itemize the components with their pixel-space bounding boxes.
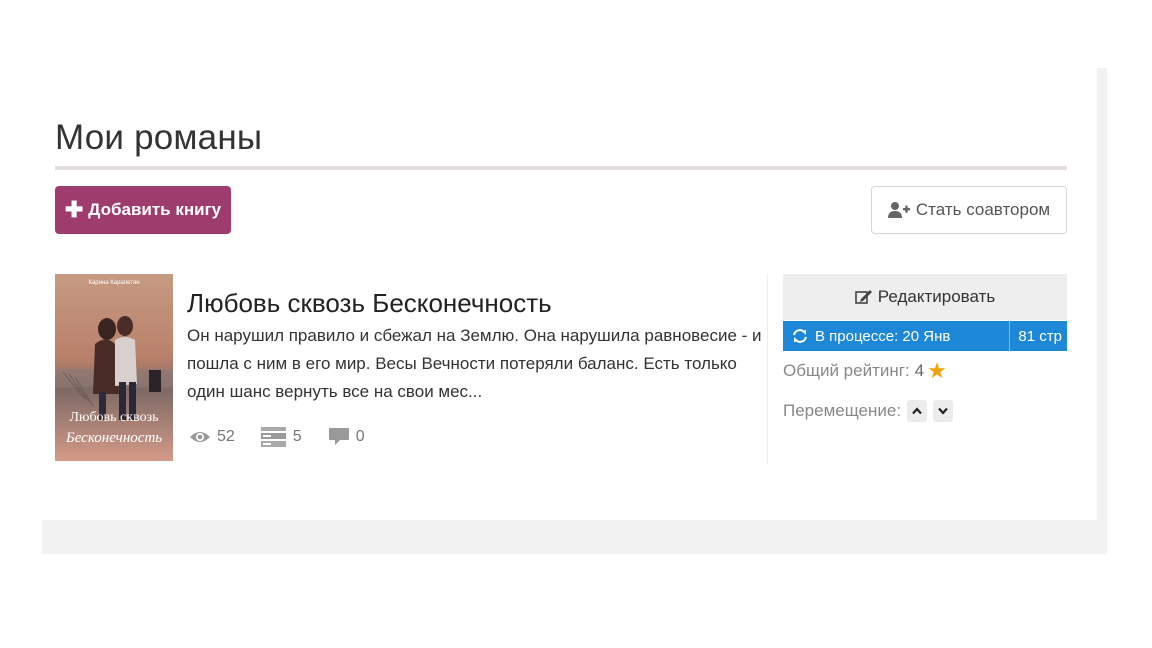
edit-button[interactable]: Редактировать (783, 274, 1067, 320)
book-title[interactable]: Любовь сквозь Бесконечность (187, 288, 552, 319)
rating: Общий рейтинг: 4 ★ (783, 360, 947, 382)
comment-icon (328, 428, 349, 445)
rating-label: Общий рейтинг: (783, 361, 910, 380)
page-frame-right (1097, 68, 1107, 520)
chevron-down-icon (938, 407, 948, 415)
add-book-button[interactable]: ✚ Добавить книгу (55, 186, 231, 234)
book-stats: 52 5 0 (189, 424, 391, 450)
refresh-icon (793, 329, 807, 343)
chevron-up-icon (912, 407, 922, 415)
become-coauthor-label: Стать соавтором (915, 200, 1051, 219)
views-count: 52 (217, 428, 235, 445)
user-plus-icon (887, 202, 910, 218)
move-label: Перемещение: (783, 401, 902, 420)
views-stat: 52 (189, 428, 235, 446)
add-book-label: Добавить книгу (88, 200, 222, 219)
chapters-icon (260, 427, 286, 447)
chapters-count: 5 (292, 428, 302, 445)
edit-label: Редактировать (877, 287, 996, 306)
chapters-stat: 5 (260, 426, 302, 448)
eye-icon (190, 432, 210, 442)
rating-value: 4 (914, 361, 925, 380)
page-count: 81 стр (1018, 327, 1062, 345)
status-bar: В процессе: 20 Янв 81 стр (783, 321, 1067, 351)
comments-stat: 0 (328, 427, 365, 447)
become-coauthor-button[interactable]: Стать соавтором (871, 186, 1067, 234)
move-up-button[interactable] (907, 400, 928, 422)
move-controls: Перемещение: (783, 400, 954, 422)
book-cover[interactable]: Карина Карапетян Любовь сквозь Бесконечн… (55, 274, 173, 461)
status-text: В процессе: 20 Янв (815, 327, 951, 345)
move-down-button[interactable] (933, 400, 954, 422)
cover-title-line2: Бесконечность (65, 430, 163, 446)
plus-icon: ✚ (64, 197, 84, 222)
page-title: Мои романы (55, 118, 263, 157)
cover-title-line1: Любовь сквозь (69, 410, 159, 425)
book-description: Он нарушил правило и сбежал на Землю. Он… (187, 326, 762, 401)
column-divider (767, 274, 768, 464)
comments-count: 0 (355, 428, 365, 445)
cover-author: Карина Карапетян (88, 280, 140, 286)
edit-icon (854, 290, 872, 304)
title-divider (55, 166, 1067, 170)
star-icon: ★ (927, 358, 947, 383)
page-frame-bottom (42, 520, 1107, 554)
